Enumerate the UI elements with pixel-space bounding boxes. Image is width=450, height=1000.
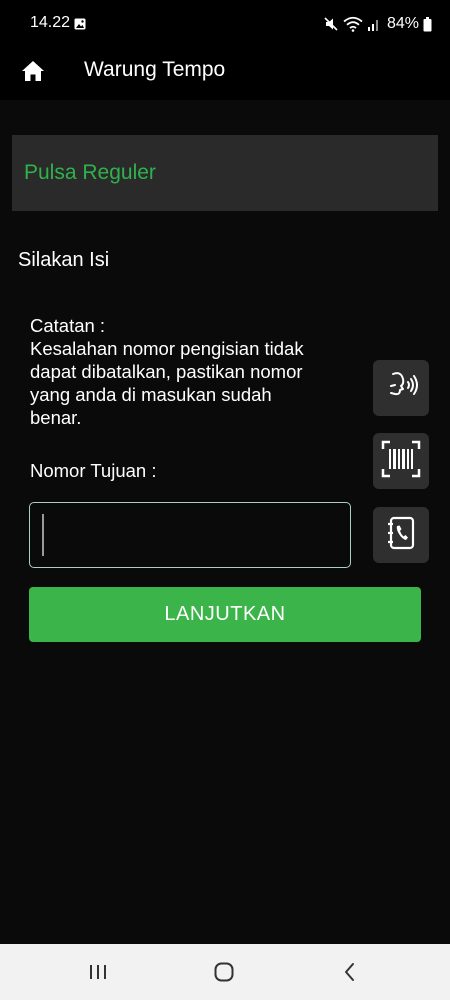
note-line: Catatan :: [30, 315, 106, 336]
note-line: dapat dibatalkan, pastikan nomor: [30, 361, 303, 382]
signal-icon: [367, 16, 381, 32]
continue-button[interactable]: LANJUTKAN: [29, 587, 421, 642]
app-bar: Warung Tempo: [0, 48, 450, 100]
status-time: 14.22: [30, 14, 71, 31]
note-line: yang anda di masukan sudah: [30, 384, 272, 405]
barcode-scan-button[interactable]: [373, 433, 429, 489]
product-title: Pulsa Reguler: [24, 161, 156, 184]
contact-book-icon: [381, 513, 421, 558]
phone-number-input[interactable]: [29, 502, 351, 568]
app-title: Warung Tempo: [84, 58, 226, 81]
home-icon[interactable]: [20, 58, 46, 84]
note-line: benar.: [30, 407, 82, 428]
mute-icon: [323, 16, 339, 32]
target-number-label: Nomor Tujuan :: [30, 460, 157, 481]
back-icon[interactable]: [336, 958, 364, 986]
system-nav-bar: [0, 944, 450, 1000]
barcode-scan-icon: [380, 438, 422, 485]
battery-icon: [423, 16, 432, 32]
wifi-icon: [343, 16, 363, 32]
product-header-card: Pulsa Reguler: [12, 135, 438, 211]
note-text: Catatan : Kesalahan nomor pengisian tida…: [30, 314, 360, 429]
gallery-icon: [74, 17, 86, 30]
note-line: Kesalahan nomor pengisian tidak: [30, 338, 304, 359]
contact-picker-button[interactable]: [373, 507, 429, 563]
status-bar: 14.22 84%: [0, 0, 450, 48]
form-heading: Silakan Isi: [18, 249, 110, 271]
recents-icon[interactable]: [84, 958, 112, 986]
status-icons: 84%: [323, 13, 432, 35]
voice-input-button[interactable]: [373, 360, 429, 416]
screen: 14.22 84% Warung Tempo Pulsa Reguler Sil…: [0, 0, 450, 1000]
voice-input-icon: [381, 366, 421, 411]
battery-level: 84%: [386, 15, 419, 32]
home-nav-icon[interactable]: [210, 958, 238, 986]
text-cursor: [42, 514, 44, 556]
